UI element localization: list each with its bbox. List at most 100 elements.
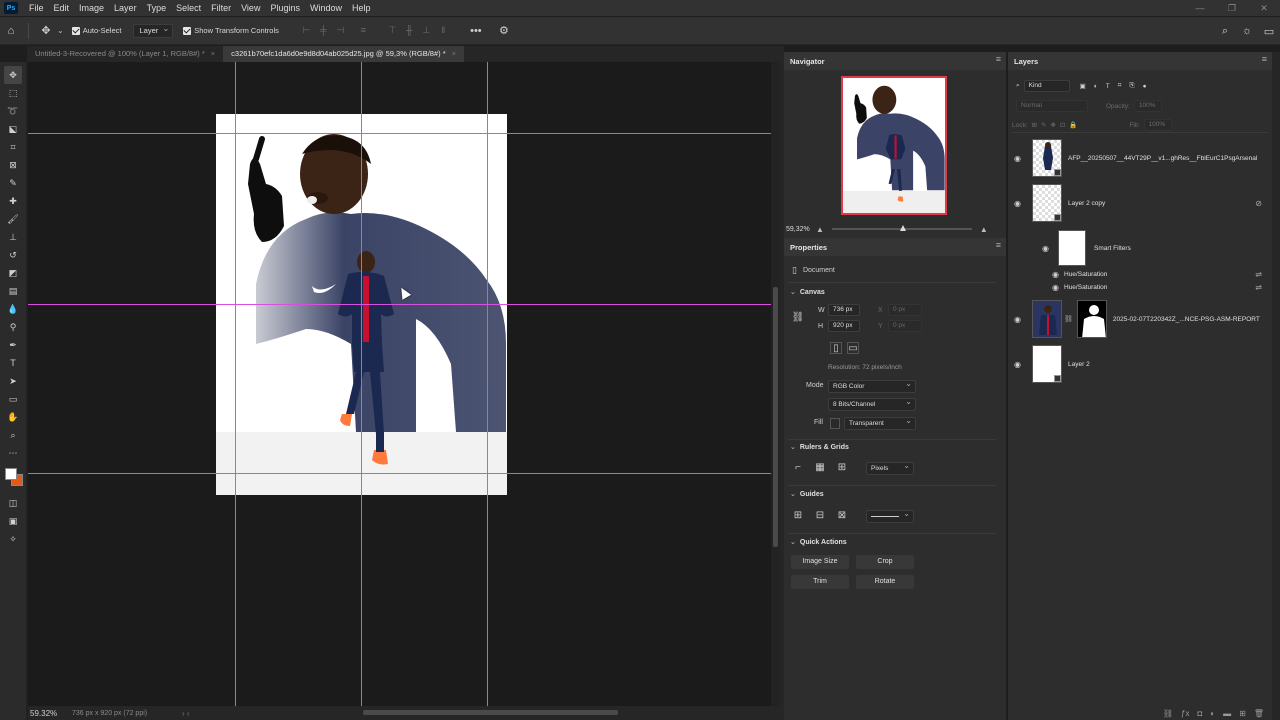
visibility-eye-icon[interactable]: ◉ [1014, 315, 1026, 324]
edit-toolbar-icon[interactable]: ⋯ [4, 444, 22, 462]
width-input[interactable]: 736 px [828, 304, 860, 316]
navigator-preview[interactable] [841, 76, 947, 215]
horizontal-guide[interactable] [28, 304, 771, 305]
path-selection-icon[interactable]: ➤ [4, 372, 22, 390]
filter-pixel-icon[interactable]: ▣ [1080, 82, 1086, 90]
distribute-vertical-icon[interactable]: ≡ [358, 25, 369, 36]
gradient-icon[interactable]: ▤ [4, 282, 22, 300]
menu-layer[interactable]: Layer [109, 0, 142, 16]
visibility-eye-icon[interactable]: ◉ [1052, 270, 1064, 279]
menu-help[interactable]: Help [347, 0, 376, 16]
spot-healing-icon[interactable]: ✚ [4, 192, 22, 210]
filter-name[interactable]: Hue/Saturation [1064, 284, 1107, 291]
color-mode-dropdown[interactable]: RGB Color [828, 378, 916, 393]
new-guide-icon[interactable]: ⊟ [814, 509, 826, 521]
rectangle-tool-icon[interactable]: ▭ [4, 390, 22, 408]
vertical-guide[interactable] [235, 62, 236, 706]
align-horizontal-centers-icon[interactable]: ╪ [318, 25, 329, 36]
navigator-zoom-slider[interactable] [831, 225, 972, 231]
screen-mode-icon[interactable]: ▣ [4, 512, 22, 530]
close-window-icon[interactable]: ✕ [1248, 0, 1280, 16]
menu-view[interactable]: View [236, 0, 265, 16]
portrait-orientation-icon[interactable]: ▯ [830, 342, 842, 354]
new-group-icon[interactable]: ▬ [1223, 709, 1231, 718]
add-mask-icon[interactable]: ◘ [1197, 709, 1202, 718]
rulers-grids-section-header[interactable]: ⌄ Rulers & Grids [790, 443, 849, 452]
properties-title[interactable]: Properties [790, 243, 827, 252]
landscape-orientation-icon[interactable]: ▭ [847, 342, 859, 354]
height-input[interactable]: 920 px [828, 320, 860, 332]
guides-from-shape-icon[interactable]: ⊠ [836, 509, 848, 521]
eyedropper-icon[interactable]: ✎ [4, 174, 22, 192]
more-options-icon[interactable]: ••• [465, 21, 487, 41]
clone-stamp-icon[interactable]: ⊥ [4, 228, 22, 246]
tab-c3261b70-jpg[interactable]: c3261b70efc1da6d0e9d8d04ab025d25.jpg @ 5… [223, 46, 465, 62]
opacity-input[interactable]: 100% [1133, 100, 1162, 112]
align-left-edges-icon[interactable]: ⊢ [301, 25, 312, 36]
zoom-in-icon[interactable]: ▲ [980, 225, 988, 234]
x-input[interactable]: 0 px [888, 304, 922, 316]
status-arrows[interactable]: › ‹ [182, 709, 212, 718]
lock-position-icon[interactable]: ✥ [1050, 121, 1055, 129]
color-swatches[interactable] [3, 466, 23, 488]
canvas-section-header[interactable]: ⌄ Canvas [790, 288, 825, 297]
guide-style-dropdown[interactable] [866, 508, 914, 523]
chevron-down-icon[interactable]: ⌄ [57, 26, 64, 35]
layer-row[interactable]: ◉ Layer 2 copy ⊘ [1008, 183, 1272, 223]
adjustment-layer-icon[interactable]: ◐ [1210, 709, 1215, 718]
layer-name[interactable]: Layer 2 copy [1068, 200, 1105, 207]
blur-icon[interactable]: 💧 [4, 300, 22, 318]
layer-name[interactable]: 2025-02-07T220342Z_...NCE-PSG-ASM-REPORT [1113, 316, 1260, 323]
menu-select[interactable]: Select [171, 0, 206, 16]
ruler-units-dropdown[interactable]: Pixels [866, 460, 914, 475]
foreground-color-swatch[interactable] [5, 468, 17, 480]
discover-lightbulb-icon[interactable]: ☼ [1236, 21, 1258, 41]
panel-menu-icon[interactable]: ≡ [996, 54, 1001, 64]
close-tab-icon[interactable]: × [211, 46, 215, 62]
guides-section-header[interactable]: ⌄ Guides [790, 490, 824, 499]
menu-file[interactable]: File [24, 0, 49, 16]
move-tool-preset-icon[interactable]: ✥ [35, 21, 57, 41]
status-zoom-level[interactable]: 59.32% [28, 709, 72, 718]
brush-icon[interactable]: 🖌 [4, 210, 22, 228]
lock-transparent-icon[interactable]: ⊞ [1032, 121, 1037, 129]
bit-depth-dropdown[interactable]: 8 Bits/Channel [828, 396, 916, 411]
menu-plugins[interactable]: Plugins [265, 0, 305, 16]
visibility-eye-icon[interactable]: ◉ [1014, 199, 1026, 208]
visibility-eye-icon[interactable]: ◉ [1014, 360, 1026, 369]
blend-mode-dropdown[interactable]: Normal [1016, 100, 1088, 112]
align-vertical-centers-icon[interactable]: ╫ [404, 25, 415, 36]
home-icon[interactable]: ⌂ [0, 21, 22, 41]
tab-untitled-3-recovered[interactable]: Untitled-3-Recovered @ 100% (Layer 1, RG… [27, 46, 223, 62]
fill-dropdown[interactable]: Transparent [844, 415, 916, 430]
lock-all-icon[interactable]: 🔒 [1069, 121, 1077, 129]
type-tool-icon[interactable]: T [4, 354, 22, 372]
grid-icon[interactable]: ▦ [814, 461, 826, 473]
layers-scrollbar[interactable] [1272, 52, 1280, 720]
filter-kind-dropdown[interactable]: Kind [1023, 80, 1070, 92]
trim-button[interactable]: Trim [791, 575, 849, 589]
mask-link-icon[interactable]: ⛓ [1064, 315, 1073, 323]
y-input[interactable]: 0 px [888, 320, 922, 332]
quick-actions-section-header[interactable]: ⌄ Quick Actions [790, 538, 847, 547]
smart-filters-row[interactable]: ◉ Smart Filters [1008, 228, 1272, 268]
filter-blending-options-icon[interactable]: ⇌ [1255, 283, 1262, 292]
filter-shape-icon[interactable]: ⌗ [1118, 82, 1122, 90]
horizontal-guide[interactable] [28, 473, 771, 474]
filter-adjustment-icon[interactable]: ◐ [1094, 83, 1098, 90]
filter-toggle-icon[interactable]: ● [1143, 83, 1147, 90]
align-bottom-edges-icon[interactable]: ⊥ [421, 25, 432, 36]
filter-row[interactable]: ◉ Hue/Saturation ⇌ [1008, 268, 1272, 281]
menu-filter[interactable]: Filter [206, 0, 236, 16]
menu-type[interactable]: Type [142, 0, 172, 16]
eraser-icon[interactable]: ◩ [4, 264, 22, 282]
move-tool-icon[interactable]: ✥ [4, 66, 22, 84]
visibility-eye-icon[interactable]: ◉ [1052, 283, 1064, 292]
menu-window[interactable]: Window [305, 0, 347, 16]
auto-select-checkbox[interactable]: Auto-Select [71, 26, 121, 35]
filter-row[interactable]: ◉ Hue/Saturation ⇌ [1008, 281, 1272, 294]
filter-name[interactable]: Hue/Saturation [1064, 271, 1107, 278]
history-brush-icon[interactable]: ↺ [4, 246, 22, 264]
horizontal-guide[interactable] [28, 133, 771, 134]
align-top-edges-icon[interactable]: ⊤ [387, 25, 398, 36]
